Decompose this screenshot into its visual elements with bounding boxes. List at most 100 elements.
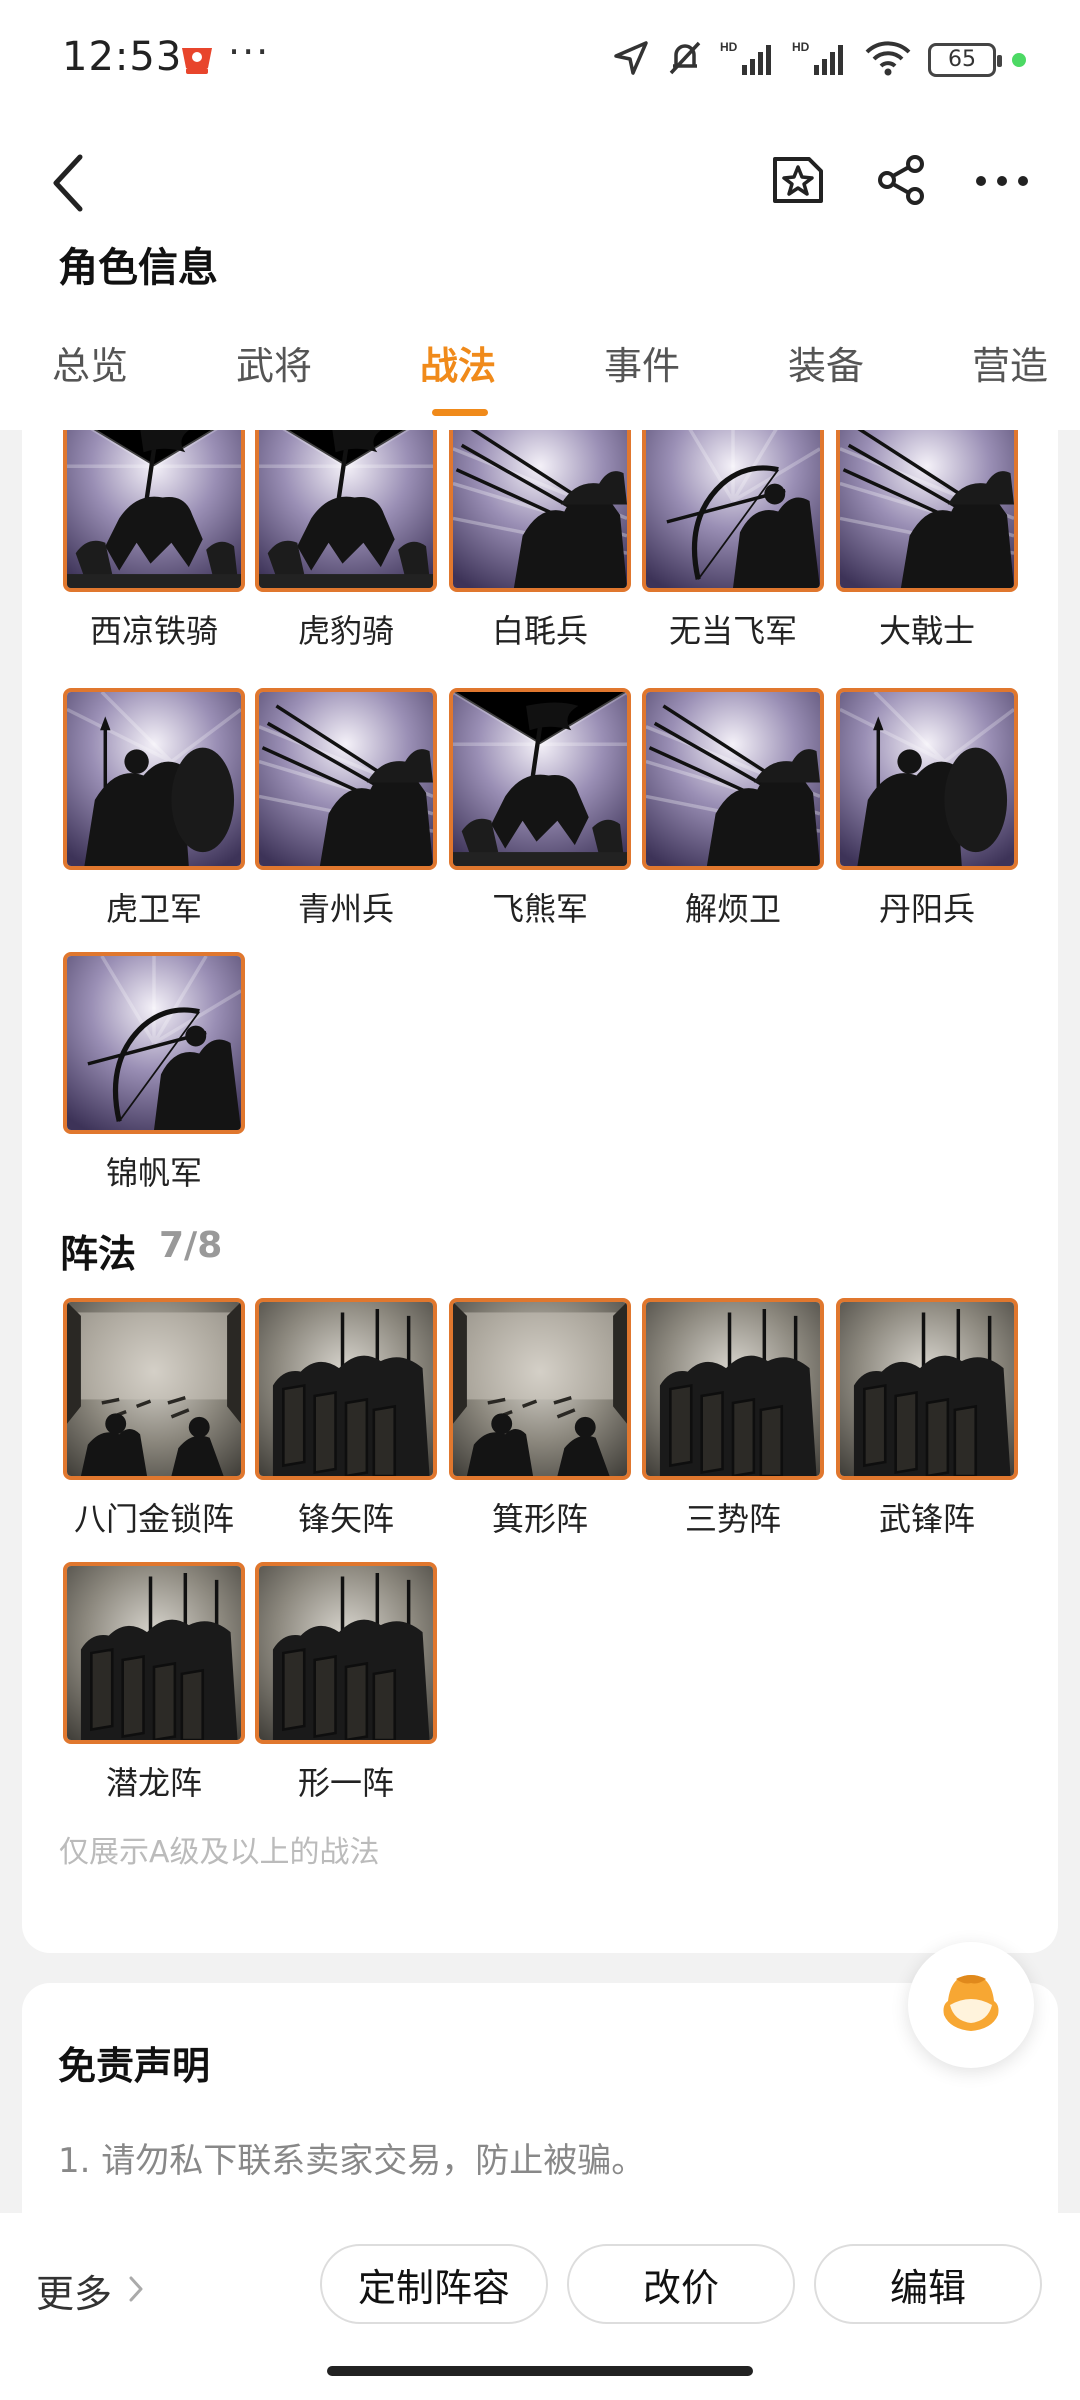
troop-item[interactable]: 丹阳兵 <box>836 688 1018 930</box>
signal-hd-icon-2: HD <box>792 39 848 81</box>
change-price-button[interactable]: 改价 <box>567 2244 795 2324</box>
tab-construction[interactable]: 营造 <box>972 335 1048 390</box>
tent-war-council-icon <box>449 1298 631 1480</box>
shield-wall-icon <box>255 1562 437 1744</box>
more-label: 更多 <box>36 2271 113 2316</box>
troop-item[interactable]: 锦帆军 <box>63 952 245 1194</box>
home-indicator[interactable] <box>327 2366 753 2376</box>
chevron-right-icon <box>128 2268 144 2312</box>
shield-wall-icon <box>255 1298 437 1480</box>
a-grade-note: 仅展示A级及以上的战法 <box>59 1835 380 1870</box>
disclaimer-item: 1. 请勿私下联系卖家交易，防止被骗。 <box>58 2141 646 2181</box>
shield-wall-icon <box>642 1298 824 1480</box>
active-tab-indicator <box>432 409 488 416</box>
spear-troops-icon <box>836 430 1018 592</box>
formation-item[interactable]: 箕形阵 <box>449 1298 631 1540</box>
share-icon <box>875 153 929 211</box>
edit-button[interactable]: 编辑 <box>814 2244 1042 2324</box>
tab-equipment[interactable]: 装备 <box>788 335 864 390</box>
flag-cavalry-icon <box>255 430 437 592</box>
troop-label: 虎卫军 <box>105 890 202 928</box>
formation-label: 锋矢阵 <box>297 1500 394 1538</box>
ellipsis-icon <box>974 173 1030 192</box>
troop-item[interactable]: 无当飞军 <box>642 430 824 652</box>
favorite-button[interactable] <box>758 132 838 232</box>
troop-label: 大戟士 <box>878 612 975 650</box>
shield-wall-icon <box>836 1298 1018 1480</box>
more-notifications-icon: ··· <box>228 30 271 74</box>
troop-label: 无当飞军 <box>668 612 797 650</box>
formation-label: 潜龙阵 <box>105 1764 202 1802</box>
share-button[interactable] <box>862 132 942 232</box>
customer-service-button[interactable] <box>908 1942 1034 2068</box>
custom-lineup-button[interactable]: 定制阵容 <box>320 2244 548 2324</box>
troop-label: 青州兵 <box>297 890 394 928</box>
troop-item[interactable]: 西凉铁骑 <box>63 430 245 652</box>
formation-item[interactable]: 形一阵 <box>255 1562 437 1804</box>
status-bar: 12:53 ··· HD HD 65 <box>0 0 1080 120</box>
troop-item[interactable]: 飞熊军 <box>449 688 631 930</box>
page-title: 角色信息 <box>58 245 218 291</box>
svg-text:HD: HD <box>720 40 738 54</box>
status-time: 12:53 <box>62 34 183 80</box>
formation-item[interactable]: 潜龙阵 <box>63 1562 245 1804</box>
formation-label: 形一阵 <box>297 1764 394 1802</box>
troop-label: 虎豹骑 <box>297 612 394 650</box>
tab-events[interactable]: 事件 <box>604 335 680 390</box>
chevron-left-icon <box>50 153 86 217</box>
formation-label: 武锋阵 <box>878 1500 975 1538</box>
shield-troops-icon <box>836 688 1018 870</box>
disclaimer-card: 免责声明 1. 请勿私下联系卖家交易，防止被骗。 <box>22 1983 1058 2213</box>
formation-label: 箕形阵 <box>491 1500 588 1538</box>
signal-hd-icon: HD <box>720 39 776 81</box>
formation-item[interactable]: 三势阵 <box>642 1298 824 1540</box>
location-icon <box>612 39 650 81</box>
spear-troops-icon <box>255 688 437 870</box>
flag-cavalry-icon <box>449 688 631 870</box>
svg-text:HD: HD <box>792 40 810 54</box>
flag-cavalry-icon <box>63 430 245 592</box>
archer-icon <box>642 430 824 592</box>
formation-item[interactable]: 锋矢阵 <box>255 1298 437 1540</box>
tab-generals[interactable]: 武将 <box>236 335 312 390</box>
troop-label: 西凉铁骑 <box>89 612 218 650</box>
formation-count: 7/8 <box>159 1225 223 1266</box>
tab-overview[interactable]: 总览 <box>52 335 128 390</box>
formation-label: 八门金锁阵 <box>73 1500 234 1538</box>
troop-item[interactable]: 白毦兵 <box>449 430 631 652</box>
troop-item[interactable]: 解烦卫 <box>642 688 824 930</box>
mute-bell-icon <box>666 39 704 81</box>
more-options-button[interactable] <box>962 132 1042 232</box>
more-button[interactable]: 更多 <box>36 2255 144 2325</box>
battery-icon: 65 <box>928 43 1002 77</box>
tactics-card: 西凉铁骑 虎豹骑 白毦兵 无当飞军 大戟士 虎卫军 青州兵 飞熊军 解烦卫 丹阳… <box>22 430 1058 1953</box>
bottom-action-bar: 更多 定制阵容 改价 编辑 <box>0 2213 1080 2400</box>
wifi-icon <box>864 39 912 81</box>
troop-item[interactable]: 大戟士 <box>836 430 1018 652</box>
formation-item[interactable]: 武锋阵 <box>836 1298 1018 1540</box>
troop-label: 丹阳兵 <box>878 890 975 928</box>
spear-troops-icon <box>642 688 824 870</box>
formation-item[interactable]: 八门金锁阵 <box>63 1298 245 1540</box>
shield-troops-icon <box>63 688 245 870</box>
troop-item[interactable]: 青州兵 <box>255 688 437 930</box>
formation-section-title: 阵法 <box>60 1232 137 1276</box>
support-mascot-icon <box>936 1971 1006 2039</box>
app-notification-icon <box>178 42 216 76</box>
formation-label: 三势阵 <box>684 1500 781 1538</box>
back-button[interactable] <box>38 140 98 230</box>
tab-bar: 总览 武将 战法 事件 装备 营造 <box>0 315 1080 425</box>
troop-label: 白毦兵 <box>491 612 588 650</box>
disclaimer-title: 免责声明 <box>58 2044 211 2088</box>
star-bookmark-icon <box>769 151 827 213</box>
shield-wall-icon <box>63 1562 245 1744</box>
privacy-indicator-dot <box>1012 53 1026 67</box>
spear-troops-icon <box>449 430 631 592</box>
header: 角色信息 总览 武将 战法 事件 装备 营造 <box>0 120 1080 430</box>
troop-label: 解烦卫 <box>684 890 781 928</box>
tab-tactics[interactable]: 战法 <box>420 335 496 390</box>
troop-label: 锦帆军 <box>105 1154 202 1192</box>
archer-icon <box>63 952 245 1134</box>
troop-item[interactable]: 虎卫军 <box>63 688 245 930</box>
troop-item[interactable]: 虎豹骑 <box>255 430 437 652</box>
